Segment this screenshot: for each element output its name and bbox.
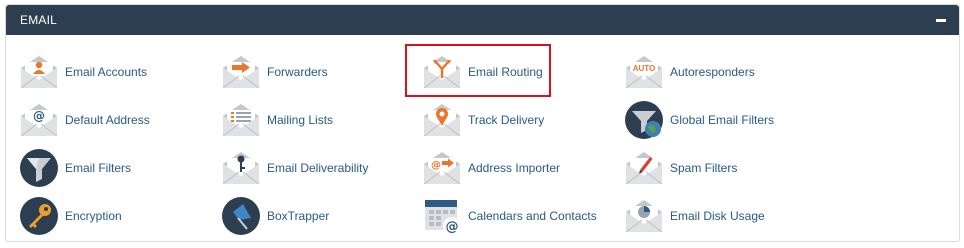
item-label: Email Routing — [468, 65, 543, 79]
envelope-pie-icon — [624, 196, 664, 236]
item-mailing-lists[interactable]: Mailing Lists — [221, 97, 333, 143]
svg-text:AUTO: AUTO — [633, 64, 656, 73]
item-label: Global Email Filters — [670, 113, 775, 127]
item-autoresponders[interactable]: AUTO Autoresponders — [624, 49, 755, 95]
item-encryption[interactable]: Encryption — [19, 193, 122, 239]
item-global-email-filters[interactable]: Global Email Filters — [624, 97, 774, 143]
envelope-at-icon: @ — [19, 100, 59, 140]
svg-text:@: @ — [33, 109, 45, 123]
item-email-disk-usage[interactable]: Email Disk Usage — [624, 193, 765, 239]
item-label: Encryption — [65, 209, 122, 223]
envelope-key-icon — [221, 148, 261, 188]
panel-header: EMAIL — [6, 5, 959, 35]
item-label: BoxTrapper — [267, 209, 330, 223]
item-label: Email Filters — [65, 161, 132, 175]
item-label: Forwarders — [267, 65, 328, 79]
item-label: Autoresponders — [670, 65, 755, 79]
envelope-list-icon — [221, 100, 261, 140]
panel-title: EMAIL — [20, 13, 58, 27]
item-address-importer[interactable]: @ Address Importer — [422, 145, 560, 191]
item-default-address[interactable]: @ Default Address — [19, 97, 150, 143]
envelope-fork-icon — [422, 52, 462, 92]
calendar-at-icon: @ — [422, 196, 462, 236]
key-icon — [19, 196, 59, 236]
funnel-icon — [19, 148, 59, 188]
item-label: Track Delivery — [468, 113, 545, 127]
item-label: Email Accounts — [65, 65, 148, 79]
item-track-delivery[interactable]: Track Delivery — [422, 97, 544, 143]
item-label: Default Address — [65, 113, 150, 127]
funnel-globe-icon — [624, 100, 664, 140]
minus-icon[interactable] — [935, 15, 946, 26]
item-label: Email Deliverability — [267, 161, 369, 175]
item-forwarders[interactable]: Forwarders — [221, 49, 328, 95]
envelope-pin-icon — [422, 100, 462, 140]
item-calendars-and-contacts[interactable]: @ Calendars and Contacts — [422, 193, 597, 239]
item-email-routing[interactable]: Email Routing — [422, 49, 543, 95]
svg-text:@: @ — [431, 160, 441, 171]
email-panel: EMAIL Email Accounts Forwarders Email Ro… — [5, 4, 960, 242]
item-boxtrapper[interactable]: BoxTrapper — [221, 193, 329, 239]
pin-icon — [221, 196, 261, 236]
item-label: Calendars and Contacts — [468, 209, 597, 223]
envelope-import-icon: @ — [422, 148, 462, 188]
item-email-deliverability[interactable]: Email Deliverability — [221, 145, 368, 191]
item-email-filters[interactable]: Email Filters — [19, 145, 131, 191]
item-label: Address Importer — [468, 161, 561, 175]
envelope-auto-icon: AUTO — [624, 52, 664, 92]
svg-text:@: @ — [446, 220, 459, 235]
item-label: Spam Filters — [670, 161, 738, 175]
email-tools-grid: Email Accounts Forwarders Email Routing … — [6, 35, 959, 242]
item-label: Mailing Lists — [267, 113, 334, 127]
envelope-pen-icon — [624, 148, 664, 188]
item-email-accounts[interactable]: Email Accounts — [19, 49, 147, 95]
envelope-person-icon — [19, 52, 59, 92]
item-label: Email Disk Usage — [670, 209, 765, 223]
envelope-arrow-icon — [221, 52, 261, 92]
item-spam-filters[interactable]: Spam Filters — [624, 145, 737, 191]
